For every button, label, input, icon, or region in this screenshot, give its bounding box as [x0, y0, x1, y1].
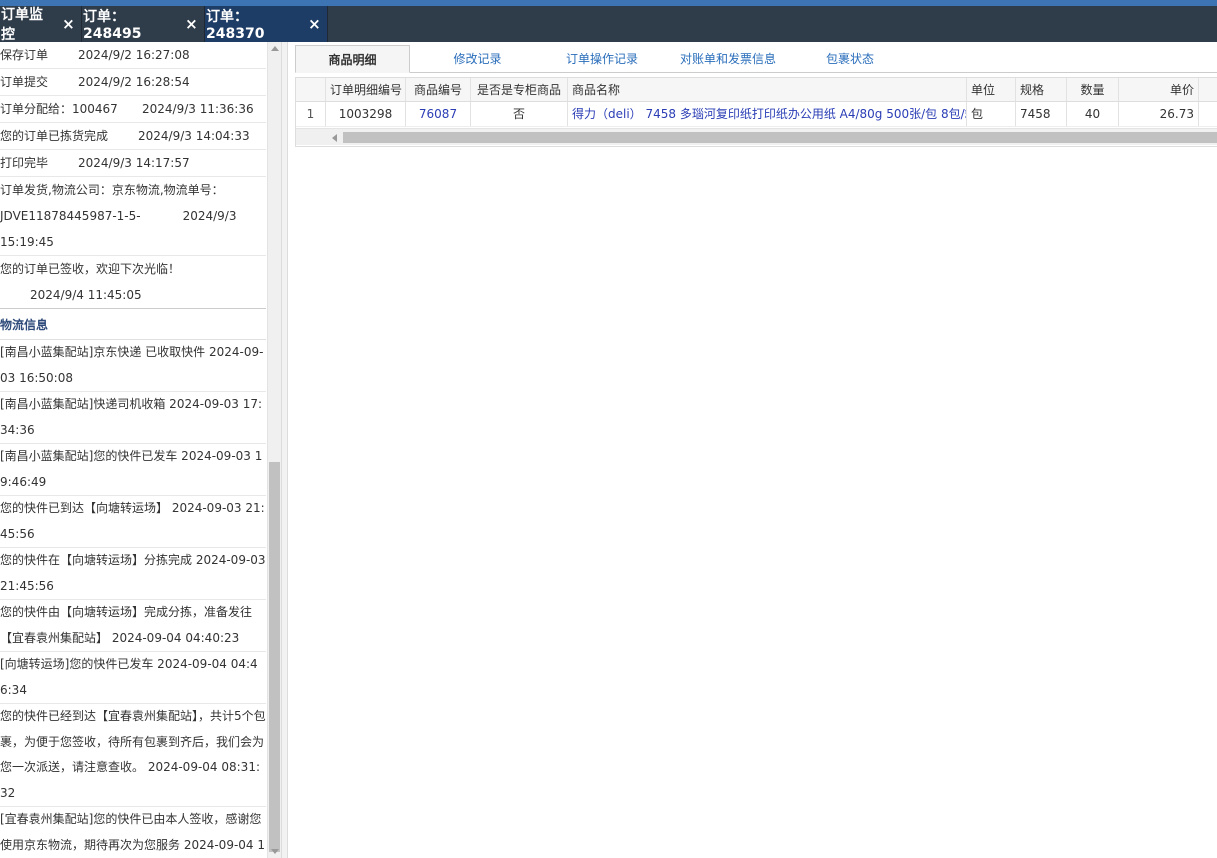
close-icon[interactable]: ×: [62, 15, 75, 33]
cell-counter-product: 否: [471, 102, 568, 126]
op-text: 您的订单已拣货完成: [0, 129, 109, 143]
op-record: 您的订单已签收，欢迎下次光临！ 2024/9/4 11:45:05: [0, 256, 266, 308]
logistics-section-title: 物流信息: [0, 308, 266, 340]
tab-label: 订单：248495: [83, 9, 142, 42]
cell-spec: 7458: [1016, 102, 1067, 126]
logistics-entry: [宜春袁州集配站]您的快件已由本人签收，感谢您使用京东物流，期待再次为您服务 2…: [0, 807, 266, 858]
logistics-entry: 您的快件已经到达【宜春袁州集配站】，共计5个包裹，为便于您签收，待所有包裹到齐后…: [0, 704, 266, 807]
logistics-entry: [南昌小蓝集配站]快递司机收箱 2024-09-03 17:34:36: [0, 392, 266, 444]
op-text: 您的订单已签收，欢迎下次光临！: [0, 262, 181, 276]
logistics-entry: [向塘转运场]您的快件已发车 2024-09-04 04:46:34: [0, 652, 266, 704]
tab-product-details[interactable]: 商品明细: [295, 45, 410, 73]
op-time: 2024/9/3 14:04:33: [138, 129, 250, 143]
tab-package-status[interactable]: 包裹状态: [795, 45, 905, 73]
op-text: 订单提交: [0, 75, 49, 89]
column-header-product-id[interactable]: 商品编号: [406, 78, 471, 101]
detail-tabs: 商品明细 修改记录 订单操作记录 对账单和发票信息 包裹状态: [295, 45, 1217, 73]
product-table: 订单明细编号 商品编号 是否是专柜商品 商品名称 单位 规格 数量 单价 1 1…: [295, 77, 1217, 147]
logistics-entry: [南昌小蓝集配站]京东快递 已收取快件 2024-09-03 16:50:08: [0, 340, 266, 392]
op-time: 2024/9/3 11:36:36: [142, 102, 254, 116]
table-horizontal-scrollbar[interactable]: [296, 128, 1217, 145]
scroll-left-arrow-icon[interactable]: [332, 134, 337, 142]
tab-modification-records[interactable]: 修改记录: [422, 45, 533, 73]
close-icon[interactable]: ×: [308, 15, 321, 33]
column-header-index: [296, 78, 326, 101]
order-log-panel: 保存订单 2024/9/2 16:27:08 订单提交 2024/9/2 16:28…: [0, 42, 281, 858]
op-text: 保存订单: [0, 48, 49, 62]
op-record: 保存订单 2024/9/2 16:27:08: [0, 42, 266, 69]
cell-quantity: 40: [1067, 102, 1119, 126]
op-record: 订单分配给：100467 2024/9/3 11:36:36: [0, 96, 266, 123]
op-record: 打印完毕 2024/9/3 14:17:57: [0, 150, 266, 177]
op-text: 订单分配给：100467: [0, 102, 118, 116]
op-time: 2024/9/2 16:28:54: [78, 75, 190, 89]
column-header-unit[interactable]: 单位: [967, 78, 1016, 101]
column-header-spec[interactable]: 规格: [1016, 78, 1067, 101]
column-header-quantity[interactable]: 数量: [1067, 78, 1119, 101]
scroll-thumb[interactable]: [343, 132, 1217, 143]
op-record: 订单发货,物流公司：京东物流,物流单号：JDVE11878445987-1-5-…: [0, 177, 266, 256]
tab-bar: 订单监控 × 订单：248495 × 订单：248370 ×: [0, 6, 1217, 43]
cell-detail-id: 1003298: [326, 102, 406, 126]
scroll-down-arrow-icon[interactable]: [271, 849, 279, 854]
cell-unit: 包: [967, 102, 1016, 126]
tab-order-monitor[interactable]: 订单监控 ×: [0, 6, 82, 43]
column-header-unit-price[interactable]: 单价: [1119, 78, 1199, 101]
logistics-entry: 您的快件由【向塘转运场】完成分拣，准备发往【宜春袁州集配站】 2024-09-0…: [0, 600, 266, 652]
table-row[interactable]: 1 1003298 76087 否 得力（deli） 7458 多瑙河复印纸打印…: [296, 102, 1217, 127]
close-icon[interactable]: ×: [185, 15, 198, 33]
table-header-row: 订单明细编号 商品编号 是否是专柜商品 商品名称 单位 规格 数量 单价: [296, 78, 1217, 102]
scroll-up-arrow-icon[interactable]: [271, 46, 279, 51]
order-detail-panel: 商品明细 修改记录 订单操作记录 对账单和发票信息 包裹状态 订单明细编号 商品…: [288, 42, 1217, 858]
tab-order-248495[interactable]: 订单：248495 ×: [82, 6, 205, 42]
column-header-counter-product[interactable]: 是否是专柜商品: [471, 78, 568, 101]
op-record: 订单提交 2024/9/2 16:28:54: [0, 69, 266, 96]
left-vertical-scrollbar[interactable]: [267, 42, 281, 858]
op-text: 打印完毕: [0, 156, 49, 170]
column-header-detail-id[interactable]: 订单明细编号: [326, 78, 406, 101]
logistics-entry: 您的快件已到达【向塘转运场】 2024-09-03 21:45:56: [0, 496, 266, 548]
logistics-entry: [南昌小蓝集配站]您的快件已发车 2024-09-03 19:46:49: [0, 444, 266, 496]
row-index: 1: [296, 102, 326, 126]
column-header-filler: [1199, 78, 1217, 101]
tab-order-operation-records[interactable]: 订单操作记录: [545, 45, 659, 73]
scroll-thumb[interactable]: [269, 462, 280, 852]
tab-label: 订单：248370: [206, 9, 265, 42]
op-time: 2024/9/3 14:17:57: [78, 156, 190, 170]
op-record: 您的订单已拣货完成 2024/9/3 14:04:33: [0, 123, 266, 150]
column-header-product-name[interactable]: 商品名称: [568, 78, 967, 101]
order-log-content: 保存订单 2024/9/2 16:27:08 订单提交 2024/9/2 16:28…: [0, 42, 266, 858]
product-id-link[interactable]: 76087: [406, 102, 471, 126]
tab-label: 订单监控: [1, 7, 43, 43]
cell-unit-price: 26.73: [1119, 102, 1199, 126]
tab-order-248370[interactable]: 订单：248370 ×: [205, 6, 328, 42]
op-time: 2024/9/2 16:27:08: [78, 48, 190, 62]
op-time: 2024/9/4 11:45:05: [30, 288, 142, 302]
tab-statement-invoice[interactable]: 对账单和发票信息: [673, 45, 783, 73]
logistics-entry: 您的快件在【向塘转运场】分拣完成 2024-09-03 21:45:56: [0, 548, 266, 600]
panel-splitter[interactable]: [281, 42, 288, 858]
product-name-link[interactable]: 得力（deli） 7458 多瑙河复印纸打印纸办公用纸 A4/80g 500张/…: [568, 102, 967, 126]
cell-filler: [1199, 102, 1217, 126]
